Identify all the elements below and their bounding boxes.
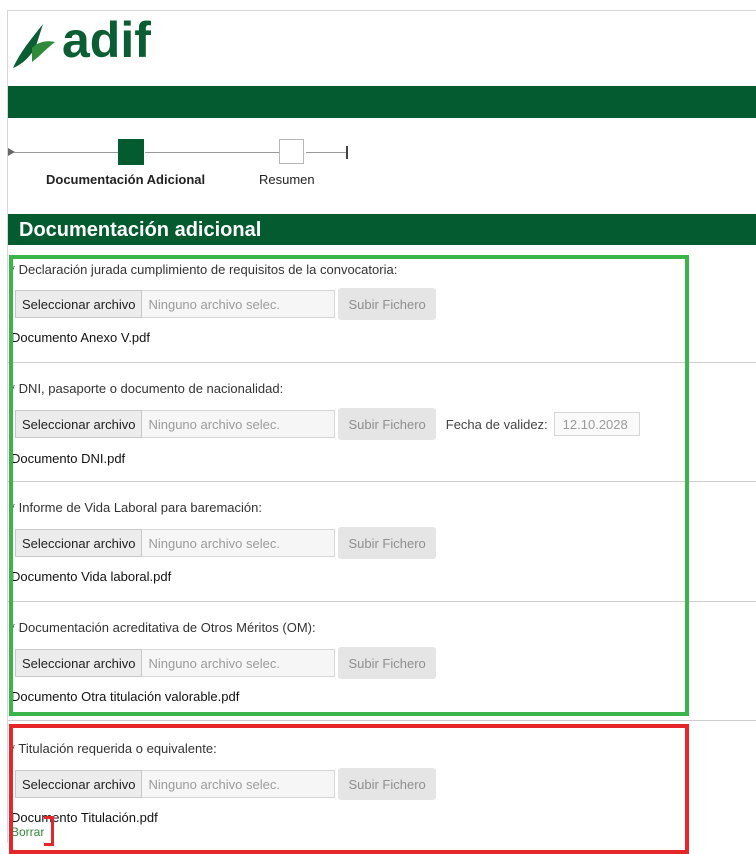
file-upload-row: Seleccionar archivo Ninguno archivo sele… [15, 408, 640, 440]
document-label: * DNI, pasaporte o documento de nacional… [10, 381, 284, 396]
selected-file-name: Ninguno archivo selec. [142, 529, 336, 557]
delete-document-link[interactable]: Borrar [11, 825, 44, 839]
selected-file-name: Ninguno archivo selec. [142, 770, 336, 798]
upload-file-button[interactable]: Subir Fichero [338, 647, 436, 679]
progress-stepper: Documentación Adicional Resumen [8, 130, 756, 190]
select-file-button[interactable]: Seleccionar archivo [15, 410, 143, 438]
header-bar [8, 86, 756, 118]
step-resumen-marker[interactable] [279, 139, 304, 164]
stepper-end-icon [346, 146, 348, 159]
stepper-line [14, 152, 118, 153]
document-block-dni: * DNI, pasaporte o documento de nacional… [8, 363, 756, 483]
document-label: * Titulación requerida o equivalente: [10, 741, 217, 756]
document-block-otros-meritos: * Documentación acreditativa de Otros Mé… [8, 601, 756, 723]
stepper-line [306, 152, 346, 153]
select-file-button[interactable]: Seleccionar archivo [15, 290, 143, 318]
selected-file-name: Ninguno archivo selec. [142, 290, 336, 318]
upload-file-button[interactable]: Subir Fichero [338, 408, 436, 440]
document-label: * Informe de Vida Laboral para baremació… [10, 500, 262, 515]
uploaded-document-name: Documento Vida laboral.pdf [11, 569, 172, 584]
section-title: Documentación adicional [8, 214, 756, 245]
document-label: * Documentación acreditativa de Otros Mé… [10, 620, 316, 635]
selected-file-name: Ninguno archivo selec. [142, 649, 336, 677]
document-block-declaracion: * Declaración jurada cumplimiento de req… [8, 255, 756, 363]
selected-file-name: Ninguno archivo selec. [142, 410, 336, 438]
brand-name: adif [62, 12, 151, 68]
adif-logo[interactable]: adif [10, 12, 151, 72]
uploaded-document-name: Documento DNI.pdf [11, 451, 126, 466]
divider [8, 720, 756, 721]
step-documentacion-adicional-marker[interactable] [118, 139, 144, 165]
upload-file-button[interactable]: Subir Fichero [338, 288, 436, 320]
select-file-button[interactable]: Seleccionar archivo [15, 649, 143, 677]
select-file-button[interactable]: Seleccionar archivo [15, 770, 143, 798]
file-upload-row: Seleccionar archivo Ninguno archivo sele… [15, 288, 436, 320]
stepper-line [145, 152, 279, 153]
upload-file-button[interactable]: Subir Fichero [338, 527, 436, 559]
uploaded-document-name: Documento Titulación.pdf [11, 810, 158, 825]
file-upload-row: Seleccionar archivo Ninguno archivo sele… [15, 647, 436, 679]
validity-date-label: Fecha de validez: [445, 416, 548, 432]
uploaded-document-name: Documento Otra titulación valorable.pdf [11, 689, 240, 704]
uploaded-document-name: Documento Anexo V.pdf [11, 330, 151, 345]
file-upload-row: Seleccionar archivo Ninguno archivo sele… [15, 527, 436, 559]
upload-file-button[interactable]: Subir Fichero [338, 768, 436, 800]
step-label-documentacion-adicional[interactable]: Documentación Adicional [46, 172, 205, 187]
file-upload-row: Seleccionar archivo Ninguno archivo sele… [15, 768, 436, 800]
document-block-titulacion: * Titulación requerida o equivalente: Se… [8, 723, 756, 843]
select-file-button[interactable]: Seleccionar archivo [15, 529, 143, 557]
validity-date-field[interactable]: 12.10.2028 [553, 412, 640, 436]
document-label: * Declaración jurada cumplimiento de req… [10, 262, 398, 277]
step-label-resumen[interactable]: Resumen [259, 172, 315, 187]
document-block-vida-laboral: * Informe de Vida Laboral para baremació… [8, 481, 756, 603]
adif-leaf-logo-icon [13, 24, 55, 68]
